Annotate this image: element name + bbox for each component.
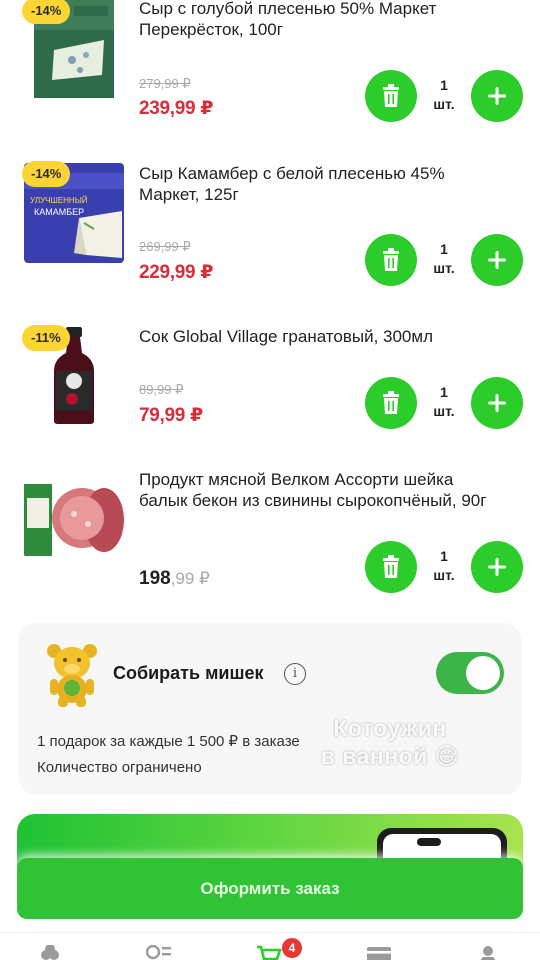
toggle-knob [466,656,500,690]
product-name[interactable]: Сыр с голубой плесенью 50% Маркет Перекр… [139,0,499,40]
profile-icon [481,946,495,960]
quantity-unit: шт. [433,96,455,112]
quantity-value: 1 шт. [417,547,471,585]
product-image[interactable] [24,478,124,558]
quantity-stepper: 1 шт. [365,70,525,122]
video-caption-overlay: Котоужин в ванной 😅 [305,714,475,770]
bears-title: Собирать мишек [113,663,264,683]
discount-badge: -14% [22,0,71,24]
current-price: 79,99 ₽ [139,405,203,426]
bears-description: 1 подарок за каждые 1 500 ₽ в заказе [37,733,300,750]
quantity-stepper: 1 шт. [365,377,525,429]
quantity-stepper: 1 шт. [365,541,525,593]
sweat-smile-emoji: 😅 [434,743,460,769]
delete-button[interactable] [365,541,417,593]
trash-icon [383,555,399,578]
quantity-number: 1 [440,384,448,400]
trash-icon [383,84,399,107]
info-icon[interactable]: i [284,663,306,685]
quantity-unit: шт. [433,260,455,276]
svg-text:КАМАМБЕР: КАМАМБЕР [34,207,84,217]
clover-icon [41,944,59,960]
quantity-number: 1 [440,548,448,564]
delete-button[interactable] [365,377,417,429]
price-kopecks: ,99 ₽ [170,569,210,588]
nav-profile[interactable] [478,945,498,960]
quantity-number: 1 [440,77,448,93]
discount-badge: -14% [22,161,71,187]
increase-button[interactable] [471,377,523,429]
nav-catalog[interactable] [145,944,172,960]
plus-icon [488,394,506,412]
discount-badge: -11% [22,325,70,351]
product-name[interactable]: Продукт мясной Велком Ассорти шейка балы… [139,469,499,511]
increase-button[interactable] [471,234,523,286]
plus-icon [488,558,506,576]
increase-button[interactable] [471,70,523,122]
cart-icon [257,945,282,960]
old-price: 269,99 ₽ [139,239,191,254]
current-price: 229,99 ₽ [139,262,214,283]
quantity-value: 1 шт. [417,76,471,114]
quantity-unit: шт. [433,567,455,583]
plus-icon [488,251,506,269]
delete-button[interactable] [365,70,417,122]
quantity-unit: шт. [433,403,455,419]
trash-icon [383,391,399,414]
price-rubles: 198 [139,568,171,589]
cart-count-badge: 4 [282,938,302,958]
nav-cards[interactable] [366,945,392,960]
plus-icon [488,87,506,105]
quantity-value: 1 шт. [417,240,471,278]
quantity-stepper: 1 шт. [365,234,525,286]
product-name[interactable]: Сыр Камамбер с белой плесенью 45% Маркет… [139,163,499,205]
nav-cart[interactable] [256,945,282,960]
trash-icon [383,248,399,271]
delete-button[interactable] [365,234,417,286]
increase-button[interactable] [471,541,523,593]
nav-home[interactable] [38,944,62,960]
current-price: 239,99 ₽ [139,98,214,119]
quantity-value: 1 шт. [417,383,471,421]
quantity-number: 1 [440,241,448,257]
current-price: 198,99 ₽ [139,568,210,590]
bear-icon [44,643,100,712]
old-price: 279,99 ₽ [139,76,191,91]
svg-text:УЛУЧШЕННЫЙ: УЛУЧШЕННЫЙ [30,196,88,205]
catalog-icon [145,944,171,960]
bears-toggle[interactable] [436,652,504,694]
product-name[interactable]: Сок Global Village гранатовый, 300мл [139,326,499,347]
bottom-navigation [0,932,540,960]
old-price: 89,99 ₽ [139,382,184,397]
card-icon [367,947,391,960]
checkout-button[interactable]: Оформить заказ [17,858,523,919]
caption-line-1: Котоужин [333,715,447,741]
bears-limit-note: Количество ограничено [37,759,202,776]
caption-line-2: в ванной [320,743,428,769]
